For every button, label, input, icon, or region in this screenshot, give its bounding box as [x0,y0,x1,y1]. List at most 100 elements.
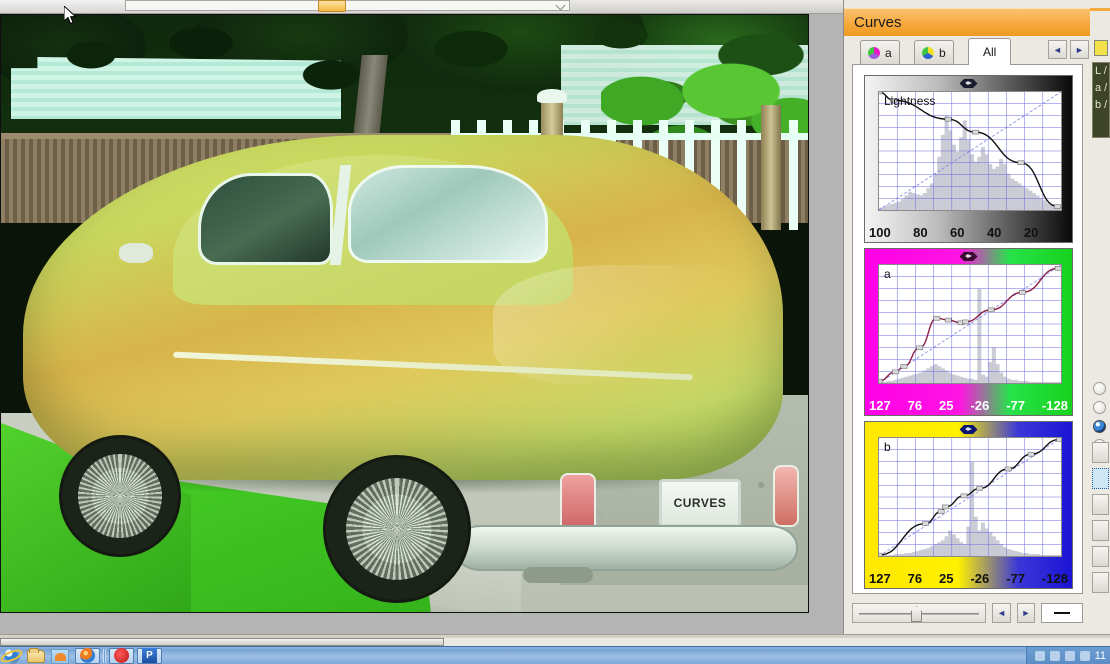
a-curve-svg [879,265,1061,383]
red-circle-icon [114,648,129,663]
info-line-L: L / [1095,65,1107,77]
curve-chart-b[interactable]: b 127 76 25 -26 -77 -128 [864,421,1073,589]
dock-button-4[interactable] [1092,520,1109,541]
color-wheel-icon [868,46,880,59]
color-wheel-icon [922,46,934,59]
tab-label: All [983,45,997,59]
tray-icon-2[interactable] [1049,650,1060,661]
toolbar-right-section [570,0,843,13]
axis-tick: 40 [986,224,1002,240]
dash-icon [1054,612,1071,614]
axis-tick: 127 [869,570,891,586]
panel-title-text: Curves [854,14,902,31]
axis-tick: 76 [907,397,923,413]
document-window[interactable]: CURVES [0,14,809,613]
firefox-icon [80,648,95,663]
tab-prev-button[interactable]: ◄ [1048,40,1067,59]
dock-button-1[interactable] [1092,442,1109,463]
internet-explorer-icon[interactable] [0,646,25,664]
right-dock-buttons [1092,442,1109,598]
b-axis: 127 76 25 -26 -77 -128 [864,567,1073,589]
foreground-color-swatch[interactable] [1094,40,1108,56]
photo-license-plate: CURVES [659,479,741,527]
tab-channel-b[interactable]: b [914,40,954,64]
curve-chart-a[interactable]: a 127 76 25 -26 -77 -128 [864,248,1073,416]
folder-glyph-icon [27,647,45,663]
tab-all[interactable]: All [968,38,1012,65]
lightness-curve-svg [879,92,1061,210]
radio-option-2[interactable] [1093,401,1106,414]
slider-thumb[interactable] [911,606,922,622]
axis-tick: 100 [869,224,891,240]
axis-tick: 60 [950,224,965,240]
taskbar-button-firefox[interactable] [75,647,100,664]
b-plot[interactable]: b [878,437,1062,557]
taskbar-clock[interactable]: 11 [1095,650,1106,662]
photo-car-mirror [119,243,153,263]
photo-car-bumper [453,525,798,571]
photo-canvas[interactable]: CURVES [1,15,808,612]
footer-value-box[interactable] [1041,603,1083,623]
taskbar-separator [103,648,106,663]
tab-label: a [885,45,892,60]
axis-tick: 20 [1023,224,1039,240]
photo-car-window-rear [348,165,548,263]
system-tray: 11 [1025,646,1110,664]
tab-next-button[interactable]: ► [1070,40,1089,59]
photo-car-rear-wheel [323,455,471,603]
photo-car-window-front [198,173,333,265]
photoshop-icon: P [142,648,157,663]
axis-tick: -128 [1041,570,1068,586]
photo-fence-post-cap [537,89,567,103]
scrollbar-thumb[interactable] [0,638,444,646]
dock-button-5[interactable] [1092,546,1109,567]
screen-root: CURVES Curves a b All ◄ ► Lightness 100 … [0,0,1110,664]
axis-tick: 25 [939,570,954,586]
axis-tick: 127 [869,397,891,413]
toolbar-color-chip[interactable] [318,0,346,12]
axis-tick: 0 [1060,224,1068,240]
dock-button-3[interactable] [1092,494,1109,515]
tray-icon-1[interactable] [1034,650,1045,661]
axis-tick: -26 [970,570,990,586]
axis-tick: -128 [1041,397,1068,413]
license-plate-text: CURVES [673,496,727,510]
tab-channel-a[interactable]: a [860,40,900,64]
a-plot[interactable]: a [878,264,1062,384]
panel-title-bar[interactable]: Curves [844,8,1091,36]
right-dock-accent [1090,8,1110,11]
b-chart-label: b [884,440,891,454]
picture-icon[interactable] [48,647,72,664]
curve-chart-lightness[interactable]: Lightness 100 80 60 40 20 0 [864,75,1073,243]
photo-car-front-wheel [59,435,181,557]
taskbar-button-red-app[interactable] [109,647,134,664]
tray-icon-3[interactable] [1064,650,1075,661]
lightness-axis: 100 80 60 40 20 0 [864,221,1073,243]
photo-wheel-spokes [345,477,449,581]
axis-tick: -26 [970,397,990,413]
footer-next-button[interactable]: ► [1016,603,1036,623]
amount-slider[interactable] [852,603,987,623]
axis-tick: 76 [907,570,923,586]
radio-option-3[interactable] [1093,420,1106,433]
axis-tick: 25 [939,397,954,413]
radio-option-1[interactable] [1093,382,1106,395]
dock-button-2[interactable] [1092,468,1109,489]
curves-panel-body: Lightness 100 80 60 40 20 0 a 127 76 25 … [852,64,1083,594]
info-line-b: b / [1095,99,1108,111]
right-dock-strip: L / a / b / [1090,0,1110,634]
document-workspace: CURVES [0,14,843,648]
windows-taskbar: P 11 [0,646,1110,664]
footer-prev-button[interactable]: ◄ [992,603,1011,623]
a-chart-label: a [884,267,891,281]
folder-icon[interactable] [24,647,48,664]
taskbar-button-photoshop[interactable]: P [137,647,162,664]
axis-tick: 80 [913,224,928,240]
dock-button-6[interactable] [1092,572,1109,593]
lightness-plot[interactable]: Lightness [878,91,1062,211]
tab-nav-buttons: ◄ ► [1048,40,1089,59]
tray-icon-4[interactable] [1079,650,1090,661]
photo-car-body: CURVES [23,135,799,603]
horizontal-scrollbar[interactable] [0,638,1110,646]
application-toolbar [0,0,843,14]
